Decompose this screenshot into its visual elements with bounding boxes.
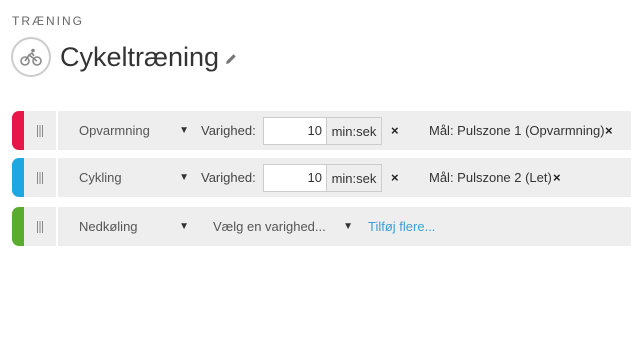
duration-select[interactable]: Vælg en varighed... ▼ xyxy=(213,207,353,246)
duration-label: Varighed: xyxy=(201,123,256,138)
bike-icon xyxy=(11,37,51,77)
goal-label: Mål: Pulszone 1 (Opvarmning) xyxy=(429,123,605,138)
section-label: TRÆNING xyxy=(12,14,84,28)
duration-input[interactable]: 10 xyxy=(263,164,327,192)
step-type-label: Nedkøling xyxy=(79,219,138,234)
step-row: Opvarmning ▼ Varighed: 10 min:sek × Mål:… xyxy=(12,111,631,150)
remove-goal-button[interactable]: × xyxy=(605,111,613,150)
step-color-bar xyxy=(12,158,24,197)
drag-handle-icon[interactable] xyxy=(24,207,58,246)
drag-handle-icon[interactable] xyxy=(24,111,58,150)
drag-handle-icon[interactable] xyxy=(24,158,58,197)
chevron-down-icon: ▼ xyxy=(179,125,189,136)
step-type-select[interactable]: Nedkøling ▼ xyxy=(79,207,189,246)
chevron-down-icon: ▼ xyxy=(179,172,189,183)
step-color-bar xyxy=(12,207,24,246)
duration-label: Varighed: xyxy=(201,170,256,185)
step-type-select[interactable]: Cykling ▼ xyxy=(79,158,189,197)
duration-placeholder: Vælg en varighed... xyxy=(213,219,326,234)
step-row: Cykling ▼ Varighed: 10 min:sek × Mål: Pu… xyxy=(12,158,631,197)
chevron-down-icon: ▼ xyxy=(179,221,189,232)
step-type-label: Cykling xyxy=(79,170,122,185)
remove-duration-button[interactable]: × xyxy=(391,111,399,150)
duration-input[interactable]: 10 xyxy=(263,117,327,145)
step-color-bar xyxy=(12,111,24,150)
step-row: Nedkøling ▼ Vælg en varighed... ▼ Tilføj… xyxy=(12,207,631,246)
remove-duration-button[interactable]: × xyxy=(391,158,399,197)
duration-unit: min:sek xyxy=(326,164,382,192)
step-type-select[interactable]: Opvarmning ▼ xyxy=(79,111,189,150)
remove-goal-button[interactable]: × xyxy=(553,158,561,197)
step-type-label: Opvarmning xyxy=(79,123,150,138)
chevron-down-icon: ▼ xyxy=(343,221,353,232)
pencil-icon[interactable] xyxy=(225,53,237,65)
page-title: Cykeltræning xyxy=(60,42,220,72)
add-more-link[interactable]: Tilføj flere... xyxy=(368,207,435,246)
goal-label: Mål: Pulszone 2 (Let) xyxy=(429,170,552,185)
title-row: Cykeltræning xyxy=(11,37,237,77)
duration-unit: min:sek xyxy=(326,117,382,145)
